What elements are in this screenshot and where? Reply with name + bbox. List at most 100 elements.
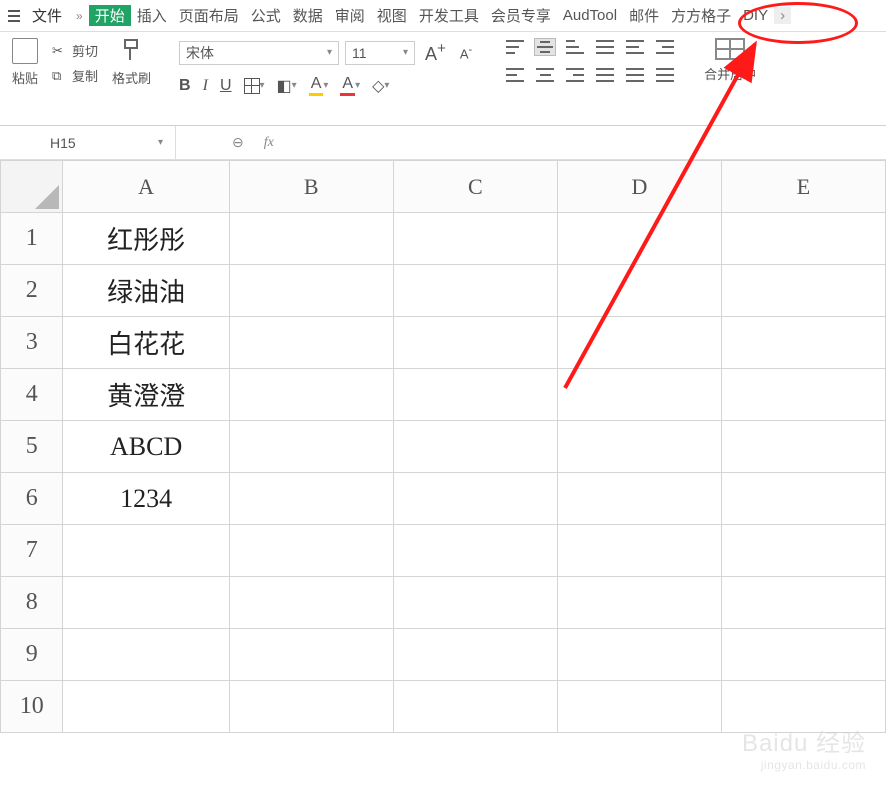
cell-A2[interactable]: 绿油油 [63,265,229,317]
cell[interactable] [393,213,557,265]
col-header-E[interactable]: E [721,161,885,213]
cell[interactable] [721,525,885,577]
align-top-button[interactable] [504,38,526,56]
decrease-font-button[interactable]: A- [456,42,476,63]
cell-A5[interactable]: ABCD [63,421,229,473]
format-painter-button[interactable]: 格式刷 [112,38,151,88]
cell[interactable] [557,577,721,629]
formula-input[interactable] [294,135,694,150]
align-middle-button[interactable] [534,38,556,56]
tab-start[interactable]: 开始 [89,5,131,26]
cell[interactable] [557,421,721,473]
align-bottom-button[interactable] [564,38,586,56]
cell[interactable] [721,421,885,473]
select-all-corner[interactable] [1,161,63,213]
cell[interactable] [393,317,557,369]
cell[interactable] [229,473,393,525]
row-header[interactable]: 8 [1,577,63,629]
cell[interactable] [557,681,721,733]
cell[interactable] [557,473,721,525]
cell[interactable] [229,369,393,421]
tab-diy[interactable]: DIY [737,7,774,24]
cell[interactable] [229,681,393,733]
cut-button[interactable]: ✂ 剪切 [52,41,98,60]
cell[interactable] [557,629,721,681]
tab-member[interactable]: 会员专享 [485,5,557,26]
spreadsheet-grid[interactable]: A B C D E 1红彤彤 2绿油油 3白花花 4黄澄澄 5ABCD 6123… [0,160,886,733]
tab-review[interactable]: 审阅 [329,5,371,26]
row-header[interactable]: 7 [1,525,63,577]
cell[interactable] [229,577,393,629]
cell[interactable] [393,681,557,733]
copy-button[interactable]: ⧉ 复制 [52,66,98,85]
row-header[interactable]: 2 [1,265,63,317]
cell[interactable] [721,577,885,629]
cell[interactable] [721,213,885,265]
zoom-out-icon[interactable]: ⊖ [232,134,244,151]
wrap-text-button[interactable] [594,38,616,56]
cell[interactable] [393,577,557,629]
col-header-D[interactable]: D [557,161,721,213]
italic-button[interactable]: I [203,77,208,95]
cell[interactable] [393,473,557,525]
highlight-button[interactable]: A▾ [309,75,329,96]
font-color-button[interactable]: A▾ [340,75,360,96]
fill-color-button[interactable]: ◧▾ [277,76,297,96]
cell[interactable] [393,421,557,473]
tab-page-layout[interactable]: 页面布局 [173,5,245,26]
cell[interactable] [63,629,229,681]
row-header[interactable]: 4 [1,369,63,421]
merge-center-button[interactable]: 合并居中 [704,38,756,83]
cell[interactable] [63,525,229,577]
cell[interactable] [721,317,885,369]
fx-icon[interactable]: fx [264,135,274,151]
tab-audtool[interactable]: AudTool [557,7,623,24]
increase-indent-button[interactable] [654,38,676,56]
underline-button[interactable]: U [220,77,232,95]
cell[interactable] [557,213,721,265]
justify-button[interactable] [594,66,616,84]
align-center-button[interactable] [534,66,556,84]
tab-fangfang[interactable]: 方方格子 [665,5,737,26]
tab-formula[interactable]: 公式 [245,5,287,26]
borders-button[interactable]: ▾ [244,78,265,94]
row-header[interactable]: 3 [1,317,63,369]
cell[interactable] [393,525,557,577]
cell[interactable] [721,473,885,525]
name-box[interactable]: H15 ▾ [0,126,176,159]
cell-A4[interactable]: 黄澄澄 [63,369,229,421]
tab-view[interactable]: 视图 [371,5,413,26]
cell[interactable] [557,317,721,369]
cell[interactable] [229,525,393,577]
cell[interactable] [229,629,393,681]
tab-mail[interactable]: 邮件 [623,5,665,26]
cell[interactable] [557,369,721,421]
row-header[interactable]: 9 [1,629,63,681]
row-header[interactable]: 5 [1,421,63,473]
font-size-select[interactable]: 11 ▾ [345,41,415,65]
cell[interactable] [393,265,557,317]
col-header-B[interactable]: B [229,161,393,213]
row-header[interactable]: 10 [1,681,63,733]
orientation-button[interactable] [624,66,646,84]
cell[interactable] [721,265,885,317]
bold-button[interactable]: B [179,77,191,95]
eraser-button[interactable]: ◇▾ [372,76,389,96]
col-header-C[interactable]: C [393,161,557,213]
cell[interactable] [63,577,229,629]
paste-button[interactable]: 粘贴 [12,38,38,88]
tab-overflow-left-icon[interactable]: » [70,9,89,23]
cell[interactable] [721,681,885,733]
cell-A3[interactable]: 白花花 [63,317,229,369]
tab-overflow-right-icon[interactable]: › [774,7,791,24]
cell[interactable] [229,265,393,317]
file-menu[interactable]: 文件 [24,5,70,26]
col-header-A[interactable]: A [63,161,229,213]
decrease-indent-button[interactable] [624,38,646,56]
distribute-button[interactable] [654,66,676,84]
cell[interactable] [721,629,885,681]
cell[interactable] [63,681,229,733]
tab-devtools[interactable]: 开发工具 [413,5,485,26]
cell[interactable] [229,421,393,473]
cell[interactable] [557,265,721,317]
